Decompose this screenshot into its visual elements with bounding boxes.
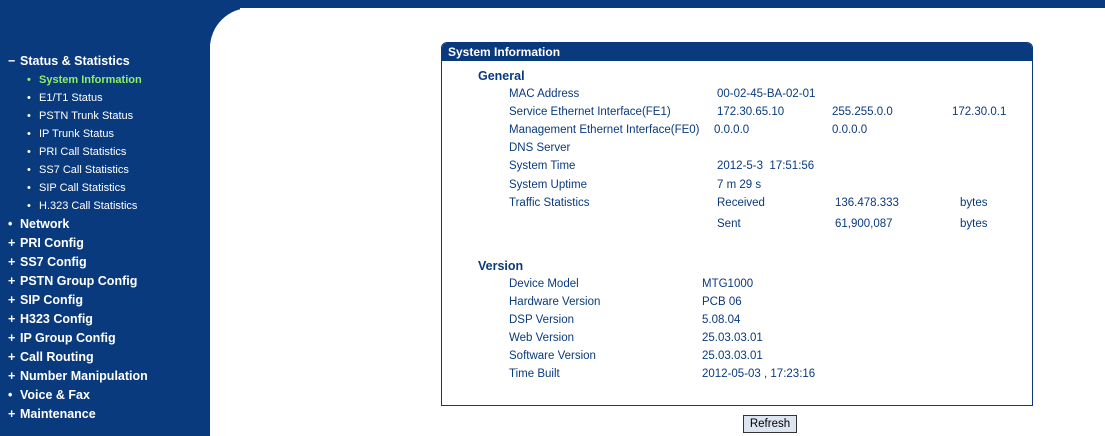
sent-label: Sent [717, 218, 741, 230]
sent-value: 61,900,087 [835, 218, 893, 230]
menu-pstn-group-config[interactable]: + PSTN Group Config [0, 272, 210, 291]
time-built-label: Time Built [509, 368, 560, 380]
time-built-value: 2012-05-03 , 17:23:16 [702, 368, 816, 380]
version-heading: Version [478, 259, 524, 273]
bullet-icon: • [27, 110, 31, 122]
menu-item-system-information[interactable]: • System Information [0, 71, 210, 89]
general-heading: General [478, 69, 525, 83]
dsp-version-label: DSP Version [509, 314, 574, 326]
mac-label: MAC Address [509, 88, 580, 100]
device-model-value: MTG1000 [702, 278, 754, 290]
fe1-mask: 255.255.0.0 [832, 106, 893, 118]
bullet-icon: • [27, 74, 31, 86]
system-time-value: 2012-5-3 17:51:56 [717, 160, 815, 172]
expand-icon: + [8, 331, 16, 345]
menu-number-manipulation[interactable]: + Number Manipulation [0, 367, 210, 386]
expand-icon: + [8, 236, 16, 250]
sent-unit: bytes [960, 218, 988, 230]
header-top-bar [210, 0, 1105, 8]
received-value: 136.478.333 [835, 197, 899, 209]
bullet-icon: • [27, 146, 31, 158]
menu-call-routing[interactable]: + Call Routing [0, 348, 210, 367]
fe0-ip: 0.0.0.0 [714, 124, 750, 136]
web-version-value: 25.03.03.01 [702, 332, 763, 344]
fe1-label: Service Ethernet Interface(FE1) [509, 106, 671, 118]
expand-icon: + [8, 255, 16, 269]
expand-icon: + [8, 312, 16, 326]
fe0-mask: 0.0.0.0 [832, 124, 868, 136]
expand-icon: + [8, 350, 16, 364]
menu-item-h323-call-statistics[interactable]: • H.323 Call Statistics [0, 197, 210, 215]
system-uptime-value: 7 m 29 s [717, 179, 762, 191]
refresh-button[interactable]: Refresh [743, 415, 797, 433]
expand-icon: + [8, 407, 16, 421]
menu-maintenance[interactable]: + Maintenance [0, 405, 210, 424]
panel-title: System Information [442, 43, 1032, 61]
hardware-version-value: PCB 06 [702, 296, 742, 308]
hardware-version-label: Hardware Version [509, 296, 601, 308]
expand-icon: + [8, 369, 16, 383]
menu-item-ss7-call-statistics[interactable]: • SS7 Call Statistics [0, 161, 210, 179]
fe1-ip: 172.30.65.10 [717, 106, 785, 118]
menu-item-ip-trunk-status[interactable]: • IP Trunk Status [0, 125, 210, 143]
bullet-icon: • [27, 128, 31, 140]
menu-item-pri-call-statistics[interactable]: • PRI Call Statistics [0, 143, 210, 161]
device-model-label: Device Model [509, 278, 579, 290]
bullet-icon: • [8, 388, 13, 402]
expand-icon: + [8, 293, 16, 307]
menu-sip-config[interactable]: + SIP Config [0, 291, 210, 310]
bullet-icon: • [27, 182, 31, 194]
software-version-label: Software Version [509, 350, 596, 362]
bullet-icon: • [27, 164, 31, 176]
menu-ss7-config[interactable]: + SS7 Config [0, 253, 210, 272]
dns-label: DNS Server [509, 142, 571, 154]
menu-item-pstn-trunk-status[interactable]: • PSTN Trunk Status [0, 107, 210, 125]
menu-network[interactable]: • Network [0, 215, 210, 234]
menu-item-sip-call-statistics[interactable]: • SIP Call Statistics [0, 179, 210, 197]
bullet-icon: • [8, 217, 13, 231]
collapse-icon: − [8, 54, 16, 68]
menu-item-e1t1-status[interactable]: • E1/T1 Status [0, 89, 210, 107]
fe1-gateway: 172.30.0.1 [952, 106, 1007, 118]
mac-value: 00-02-45-BA-02-01 [717, 88, 816, 100]
bullet-icon: • [27, 200, 31, 212]
system-information-panel: System Information General MAC Address 0… [441, 42, 1033, 406]
menu-pri-config[interactable]: + PRI Config [0, 234, 210, 253]
menu-h323-config[interactable]: + H323 Config [0, 310, 210, 329]
dsp-version-value: 5.08.04 [702, 314, 741, 326]
header-left-bar [0, 0, 240, 44]
menu-status-statistics[interactable]: − Status & Statistics [0, 52, 210, 71]
software-version-value: 25.03.03.01 [702, 350, 763, 362]
menu-voice-fax[interactable]: • Voice & Fax [0, 386, 210, 405]
sidebar-menu: − Status & Statistics • System Information… [0, 52, 210, 424]
traffic-label: Traffic Statistics [509, 197, 590, 209]
received-unit: bytes [960, 197, 988, 209]
web-version-label: Web Version [509, 332, 574, 344]
fe0-label: Management Ethernet Interface(FE0) [509, 124, 700, 136]
system-time-label: System Time [509, 160, 576, 172]
menu-ip-group-config[interactable]: + IP Group Config [0, 329, 210, 348]
system-uptime-label: System Uptime [509, 179, 587, 191]
bullet-icon: • [27, 92, 31, 104]
received-label: Received [717, 197, 765, 209]
expand-icon: + [8, 274, 16, 288]
